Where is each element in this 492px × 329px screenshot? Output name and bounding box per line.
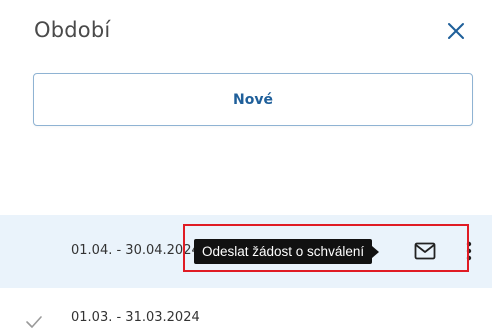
close-icon — [448, 23, 464, 39]
more-vertical-icon — [466, 241, 472, 261]
more-options-button[interactable] — [462, 240, 476, 262]
period-row[interactable]: 01.03. - 31.03.2024 — [0, 300, 492, 329]
check-icon — [26, 316, 42, 328]
period-range: 01.03. - 31.03.2024 — [71, 310, 200, 325]
page-title: Období — [34, 18, 111, 42]
new-period-button[interactable]: Nové — [33, 73, 473, 126]
period-range: 01.04. - 30.04.2024 — [71, 243, 200, 258]
mail-icon — [414, 242, 436, 260]
send-approval-button[interactable] — [414, 242, 436, 260]
close-button[interactable] — [445, 20, 467, 42]
send-approval-tooltip: Odeslat žádost o schválení — [194, 239, 380, 264]
new-period-button-label: Nové — [233, 91, 273, 108]
